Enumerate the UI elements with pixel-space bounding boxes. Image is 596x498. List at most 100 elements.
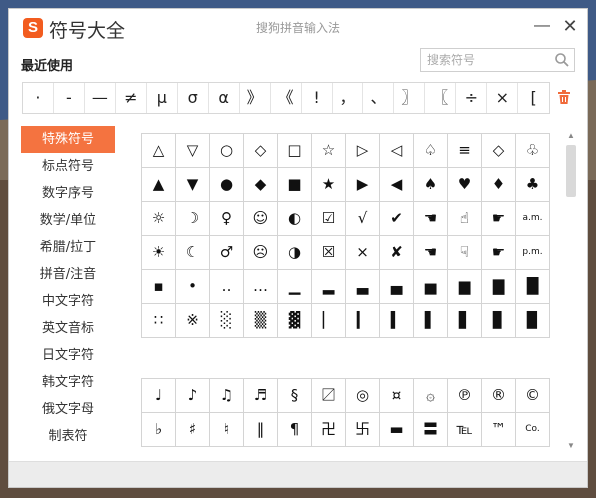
recent-symbol[interactable]: 〗 bbox=[394, 83, 426, 113]
symbol-cell[interactable]: § bbox=[278, 379, 312, 413]
symbol-cell[interactable]: ♂ bbox=[210, 236, 244, 270]
symbol-cell[interactable]: ◆ bbox=[244, 168, 278, 202]
recent-symbol[interactable]: 》 bbox=[240, 83, 271, 113]
category-item[interactable]: 标点符号 bbox=[21, 153, 115, 180]
symbol-cell[interactable]: ▎ bbox=[346, 304, 380, 338]
symbol-cell[interactable]: ♫ bbox=[210, 379, 244, 413]
symbol-cell[interactable]: ♦ bbox=[482, 168, 516, 202]
symbol-cell[interactable]: ☆ bbox=[312, 134, 346, 168]
grid-scrollbar[interactable]: ▲ ▼ bbox=[564, 129, 578, 453]
recent-symbol[interactable]: μ bbox=[147, 83, 178, 113]
symbol-cell[interactable]: ▲ bbox=[142, 168, 176, 202]
symbol-cell[interactable]: © bbox=[516, 379, 550, 413]
recent-symbol[interactable]: × bbox=[487, 83, 519, 113]
recent-symbol[interactable]: ÷ bbox=[456, 83, 488, 113]
symbol-cell[interactable]: △ bbox=[142, 134, 176, 168]
recent-symbol[interactable]: 〖 bbox=[425, 83, 457, 113]
symbol-cell[interactable]: ▍ bbox=[380, 304, 414, 338]
category-item[interactable]: 日文字符 bbox=[21, 342, 115, 369]
search-icon[interactable] bbox=[554, 52, 570, 68]
symbol-cell[interactable]: ▇ bbox=[482, 270, 516, 304]
symbol-cell[interactable]: × bbox=[346, 236, 380, 270]
symbol-cell[interactable]: ♬ bbox=[244, 379, 278, 413]
recent-symbol[interactable]: — bbox=[85, 83, 116, 113]
symbol-cell[interactable]: a.m. bbox=[516, 202, 550, 236]
symbol-cell[interactable]: ℗ bbox=[448, 379, 482, 413]
symbol-cell[interactable]: ☹ bbox=[244, 236, 278, 270]
symbol-cell[interactable]: ¤ bbox=[380, 379, 414, 413]
category-item[interactable]: 韩文字符 bbox=[21, 369, 115, 396]
symbol-cell[interactable]: ▆ bbox=[448, 270, 482, 304]
symbol-cell[interactable]: ♪ bbox=[176, 379, 210, 413]
symbol-cell[interactable]: ☛ bbox=[482, 236, 516, 270]
symbol-cell[interactable]: ◁ bbox=[380, 134, 414, 168]
symbol-cell[interactable]: ▋ bbox=[448, 304, 482, 338]
symbol-cell[interactable]: ♀ bbox=[210, 202, 244, 236]
symbol-cell[interactable]: ♯ bbox=[176, 413, 210, 447]
symbol-cell[interactable]: ▄ bbox=[380, 270, 414, 304]
symbol-cell[interactable]: ☚ bbox=[414, 202, 448, 236]
symbol-cell[interactable]: ░ bbox=[210, 304, 244, 338]
symbol-cell[interactable]: ▅ bbox=[414, 270, 448, 304]
symbol-cell[interactable]: … bbox=[244, 270, 278, 304]
symbol-cell[interactable]: ■ bbox=[278, 168, 312, 202]
category-item[interactable]: 数学/单位 bbox=[21, 207, 115, 234]
category-item[interactable]: 拼音/注音 bbox=[21, 261, 115, 288]
symbol-cell[interactable]: ☼ bbox=[142, 202, 176, 236]
symbol-cell[interactable]: ◐ bbox=[278, 202, 312, 236]
recent-symbol[interactable]: [ bbox=[518, 83, 549, 113]
symbol-cell[interactable]: ☛ bbox=[482, 202, 516, 236]
symbol-cell[interactable]: ▬ bbox=[380, 413, 414, 447]
category-item[interactable]: 中文字符 bbox=[21, 288, 115, 315]
recent-symbol[interactable]: ! bbox=[302, 83, 333, 113]
symbol-cell[interactable]: ☝ bbox=[448, 202, 482, 236]
symbol-cell[interactable]: 卐 bbox=[346, 413, 380, 447]
symbol-cell[interactable]: ● bbox=[210, 168, 244, 202]
symbol-cell[interactable]: p.m. bbox=[516, 236, 550, 270]
symbol-cell[interactable]: ▉ bbox=[516, 304, 550, 338]
recent-symbol[interactable]: 《 bbox=[271, 83, 302, 113]
symbol-cell[interactable]: ◀ bbox=[380, 168, 414, 202]
symbol-cell[interactable]: ¶ bbox=[278, 413, 312, 447]
category-item[interactable]: 英文音标 bbox=[21, 315, 115, 342]
recent-symbol[interactable]: ≠ bbox=[116, 83, 147, 113]
symbol-cell[interactable]: ♥ bbox=[448, 168, 482, 202]
symbol-cell[interactable]: ▒ bbox=[244, 304, 278, 338]
symbol-cell[interactable]: ☺ bbox=[244, 202, 278, 236]
symbol-cell[interactable]: ▶ bbox=[346, 168, 380, 202]
category-item[interactable]: 数字序号 bbox=[21, 180, 115, 207]
symbol-cell[interactable]: ✘ bbox=[380, 236, 414, 270]
symbol-cell[interactable]: ◇ bbox=[244, 134, 278, 168]
symbol-cell[interactable]: ‥ bbox=[210, 270, 244, 304]
symbol-cell[interactable]: ✔ bbox=[380, 202, 414, 236]
symbol-cell[interactable]: ☑ bbox=[312, 202, 346, 236]
symbol-cell[interactable]: ☒ bbox=[312, 236, 346, 270]
symbol-cell[interactable]: ▼ bbox=[176, 168, 210, 202]
recent-symbol[interactable]: σ bbox=[178, 83, 209, 113]
scroll-down-arrow-icon[interactable]: ▼ bbox=[565, 441, 577, 451]
scroll-up-arrow-icon[interactable]: ▲ bbox=[565, 131, 577, 141]
symbol-cell[interactable]: ♤ bbox=[414, 134, 448, 168]
symbol-cell[interactable]: ℡ bbox=[448, 413, 482, 447]
symbol-cell[interactable]: 〓 bbox=[414, 413, 448, 447]
symbol-cell[interactable]: ♣ bbox=[516, 168, 550, 202]
recent-symbol[interactable]: ， bbox=[333, 83, 364, 113]
symbol-cell[interactable]: ♮ bbox=[210, 413, 244, 447]
category-item[interactable]: 特殊符号 bbox=[21, 126, 115, 153]
symbol-cell[interactable]: ★ bbox=[312, 168, 346, 202]
symbol-cell[interactable]: ▌ bbox=[414, 304, 448, 338]
symbol-cell[interactable]: ▂ bbox=[312, 270, 346, 304]
symbol-cell[interactable]: ® bbox=[482, 379, 516, 413]
symbol-cell[interactable]: ♭ bbox=[142, 413, 176, 447]
symbol-cell[interactable]: ▷ bbox=[346, 134, 380, 168]
symbol-cell[interactable]: ☾ bbox=[176, 236, 210, 270]
recent-symbol[interactable]: 、 bbox=[363, 83, 395, 113]
symbol-cell[interactable]: ▪ bbox=[142, 270, 176, 304]
symbol-cell[interactable]: ☽ bbox=[176, 202, 210, 236]
symbol-cell[interactable]: • bbox=[176, 270, 210, 304]
category-item[interactable]: 希腊/拉丁 bbox=[21, 234, 115, 261]
symbol-cell[interactable]: ※ bbox=[176, 304, 210, 338]
close-button[interactable]: ✕ bbox=[561, 17, 579, 35]
symbol-cell[interactable]: ‖ bbox=[244, 413, 278, 447]
symbol-cell[interactable]: ♧ bbox=[516, 134, 550, 168]
